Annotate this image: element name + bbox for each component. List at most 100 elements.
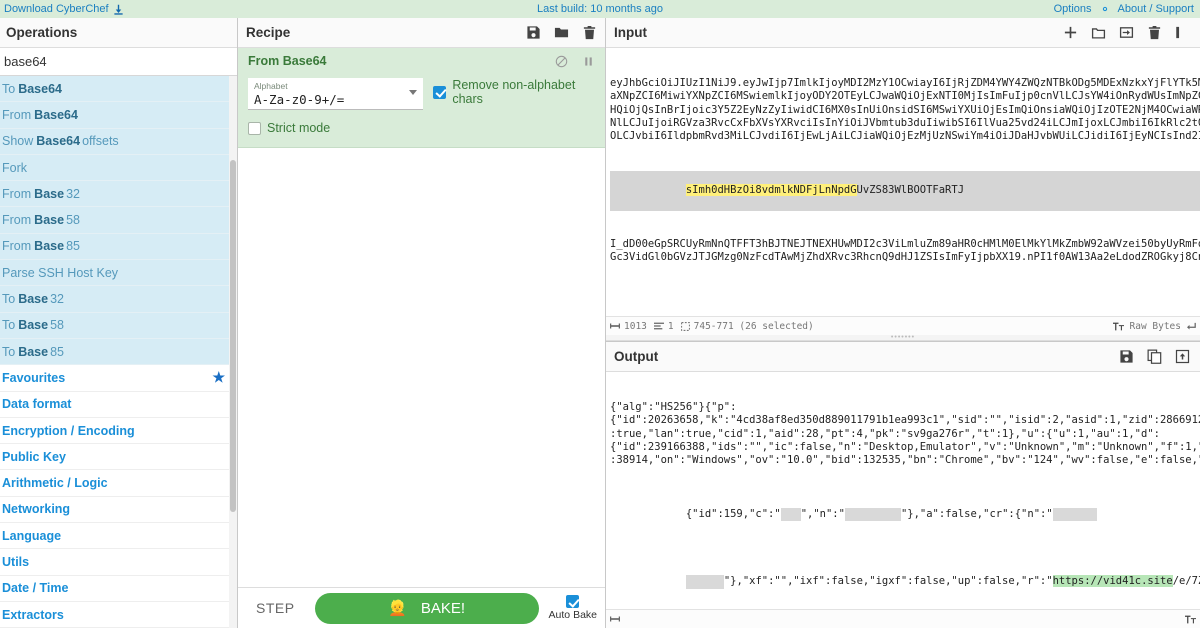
length-icon	[610, 615, 620, 623]
step-button[interactable]: STEP	[246, 596, 305, 620]
operation-category-arithmetic-logic[interactable]: Arithmetic / Logic	[0, 470, 237, 497]
checkbox-checked-icon[interactable]	[566, 595, 580, 608]
output-line: {"alg":"HS256"}{"p":	[610, 400, 737, 413]
bake-button[interactable]: 👱 BAKE!	[314, 592, 539, 624]
operation-result-suffix: 85	[50, 344, 64, 359]
operation-category-data-format[interactable]: Data format	[0, 391, 237, 418]
about-support-link[interactable]: About / Support	[1118, 3, 1194, 15]
line-ending-icon[interactable]	[1187, 322, 1196, 331]
input-lines-value: 1	[667, 320, 674, 332]
operation-category-networking[interactable]: Networking	[0, 496, 237, 524]
recipe-operations-list[interactable]: From Base64 Alphabet A-Za-z0-9+/= Remove…	[238, 48, 605, 587]
recipe-title: Recipe	[246, 25, 291, 40]
selection-icon	[680, 321, 690, 331]
operation-result-suffix: 58	[66, 213, 80, 228]
trash-icon[interactable]	[1147, 25, 1162, 40]
output-url-highlight: https://vid41c.site	[1052, 575, 1173, 588]
breakpoint-icon[interactable]	[582, 55, 595, 68]
operation-result-prefix: To	[2, 344, 16, 359]
character-encoding-icon[interactable]	[1185, 615, 1196, 624]
operation-result[interactable]: Fork	[0, 154, 237, 182]
replace-input-icon[interactable]	[1175, 349, 1190, 364]
input-line: aXNpZCI6MiwiYXNpZCI6MSwiemlkIjoyODY2OTEy…	[610, 90, 1200, 103]
input-textarea[interactable]: eyJhbGciOiJIUzI1NiJ9.eyJwIjp7ImlkIjoyMDI…	[606, 48, 1200, 316]
operation-category-utils[interactable]: Utils	[0, 549, 237, 576]
maximise-icon[interactable]	[1175, 25, 1190, 40]
operation-result[interactable]: To Base64	[0, 76, 237, 103]
operation-result-prefix: From	[2, 186, 32, 201]
operation-result[interactable]: Parse SSH Host Key	[0, 260, 237, 287]
operation-category-public-key[interactable]: Public Key	[0, 444, 237, 471]
character-encoding-icon[interactable]	[1112, 322, 1124, 331]
operation-result[interactable]: From Base 58	[0, 207, 237, 234]
operation-category-extractors[interactable]: Extractors	[0, 601, 237, 628]
input-selected-line: sImh0dHBzOi8vdmlkNDFjLnNpdGUvZS83WlBOOTF…	[610, 170, 1200, 211]
operation-result[interactable]: From Base 32	[0, 181, 237, 208]
operations-list: To Base64 From Base64 Show Base64 offsets F…	[0, 76, 237, 628]
strict-mode-checkbox[interactable]: Strict mode	[248, 121, 595, 135]
remove-non-alphabet-chars-checkbox[interactable]: Remove non-alphabet chars	[433, 78, 595, 106]
operation-result[interactable]: Show Base64 offsets	[0, 128, 237, 155]
download-cyberchef-link[interactable]: Download CyberChef	[0, 3, 124, 15]
input-line: I_dD00eGpSRCUyRmNnQTFFT3hBJTNEJTNEXHUwMD…	[610, 237, 1200, 250]
operation-category-label: Arithmetic / Logic	[2, 476, 108, 491]
open-file-icon[interactable]	[1119, 25, 1134, 40]
io-resize-handle[interactable]: •••••••	[606, 334, 1200, 341]
auto-bake-toggle[interactable]: Auto Bake	[549, 595, 597, 621]
save-icon[interactable]	[1119, 349, 1134, 364]
folder-icon[interactable]	[554, 25, 569, 40]
operation-result[interactable]: From Base64	[0, 102, 237, 129]
redacted-value	[1052, 508, 1097, 522]
operation-result[interactable]: From Base 85	[0, 233, 237, 261]
operation-result-prefix: To	[2, 292, 16, 307]
operation-result-match: Base64	[36, 134, 81, 149]
lines-icon	[653, 322, 664, 330]
gear-icon[interactable]	[1099, 3, 1111, 15]
operation-category-encryption-encoding[interactable]: Encryption / Encoding	[0, 417, 237, 445]
recipe-panel: Recipe From Base64 Alphabet A-Za-z0-9+/=…	[238, 18, 606, 628]
operations-scrollbar[interactable]	[229, 76, 237, 628]
input-panel: Input eyJhbGciOiJIUzI1NiJ9.eyJwIjp7ImlkI…	[606, 18, 1200, 342]
operation-result-suffix: 58	[50, 318, 64, 333]
copy-icon[interactable]	[1147, 349, 1162, 364]
operation-result[interactable]: To Base 58	[0, 312, 237, 339]
checkbox-checked-icon[interactable]	[433, 85, 447, 99]
operation-category-language[interactable]: Language	[0, 523, 237, 550]
output-line: :true,"lan":true,"cid":1,"aid":28,"pt":4…	[610, 427, 1160, 440]
operation-category-label: Favourites	[2, 370, 66, 385]
input-character-encoding-value[interactable]: Raw Bytes	[1130, 321, 1181, 332]
add-tab-icon[interactable]	[1063, 25, 1078, 40]
disable-icon[interactable]	[555, 55, 568, 68]
operation-result[interactable]: To Base 32	[0, 286, 237, 313]
operations-search-input[interactable]: base64	[0, 48, 237, 76]
length-icon	[610, 322, 620, 330]
checkbox-unchecked-icon[interactable]	[248, 121, 261, 135]
output-url-suffix: /e/7ZPN91ZE2P02	[1172, 575, 1200, 588]
trash-icon[interactable]	[582, 25, 597, 40]
operation-category-label: Data format	[2, 397, 72, 412]
operation-result[interactable]: To Base 85	[0, 338, 237, 366]
alphabet-value: A-Za-z0-9+/=	[254, 92, 345, 107]
output-textarea[interactable]: {"alg":"HS256"}{"p": {"id":20263658,"k":"…	[606, 372, 1200, 609]
operations-panel: Operations base64 To Base64 From Base64 Sh…	[0, 18, 238, 628]
alphabet-select[interactable]: Alphabet A-Za-z0-9+/=	[248, 78, 424, 110]
input-line: NlLCJuIjoiRGVza3RvcCxFbXVsYXRvciIsInYiOi…	[610, 117, 1200, 130]
recipe-operation-from-base64[interactable]: From Base64 Alphabet A-Za-z0-9+/= Remove…	[238, 48, 605, 148]
operation-result-prefix: Fork	[2, 160, 27, 175]
operation-category-favourites[interactable]: Favourites ★	[0, 365, 237, 392]
operation-category-date-time[interactable]: Date / Time	[0, 575, 237, 602]
options-button[interactable]: Options	[1054, 3, 1092, 15]
input-selection-value: 745-771 (26 selected)	[693, 320, 814, 332]
output-url-prefix: "},"xf":"","ixf":false,"igxf":false,"up"…	[723, 575, 1053, 588]
output-header: Output	[606, 342, 1200, 372]
bake-button-label: BAKE!	[420, 599, 465, 617]
operation-result-suffix: 32	[50, 292, 64, 307]
chevron-down-icon[interactable]	[409, 90, 418, 95]
redacted-value	[844, 508, 901, 522]
auto-bake-label: Auto Bake	[548, 609, 597, 621]
input-selection-suffix: UvZS83WlBOOTFaRTJ	[856, 184, 965, 197]
open-folder-icon[interactable]	[1091, 25, 1106, 40]
operation-result-prefix: Show	[2, 134, 34, 149]
save-icon[interactable]	[526, 25, 541, 40]
redacted-value	[780, 508, 801, 522]
